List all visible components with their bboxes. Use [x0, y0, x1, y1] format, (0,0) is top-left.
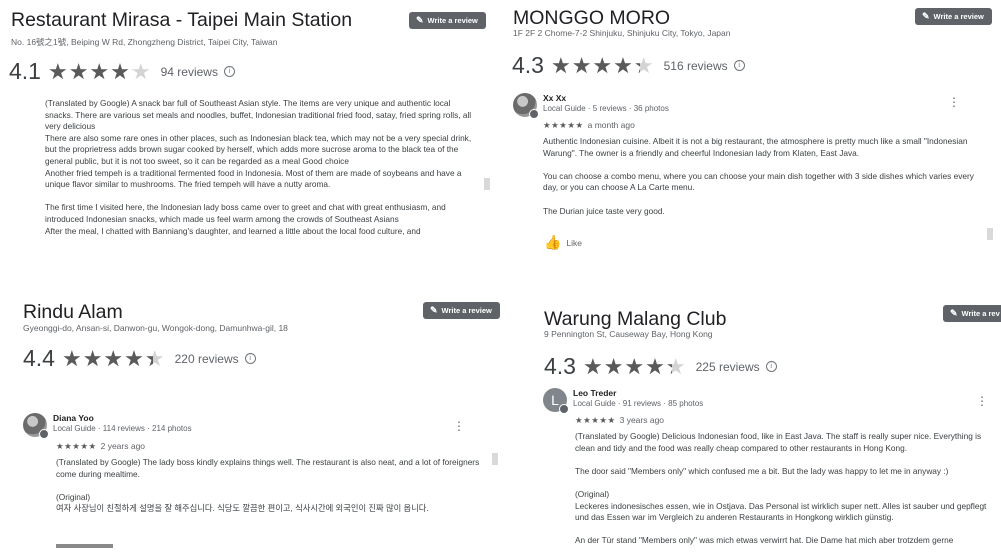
pencil-icon: ✎: [922, 11, 930, 21]
scrollbar-thumb[interactable]: [987, 228, 993, 240]
place-title: Restaurant Mirasa - Taipei Main Station: [11, 9, 353, 31]
review-text: Authentic Indonesian cuisine. Albeit it …: [543, 136, 981, 217]
thumbs-up-icon: 👍: [544, 234, 562, 250]
review-paragraph: The first time I visited here, the Indon…: [45, 202, 446, 224]
review-stars: ★★★★★: [575, 415, 616, 425]
redacted-text-bar: [56, 544, 113, 548]
place-card-warung-malang: Warung Malang Club 9 Pennington St, Caus…: [538, 293, 1001, 558]
review-paragraph: Authentic Indonesian cuisine. Albeit it …: [543, 136, 968, 158]
info-icon[interactable]: i: [244, 353, 256, 364]
local-guide-badge-icon: [529, 109, 539, 119]
info-icon[interactable]: i: [733, 60, 745, 71]
place-title: Warung Malang Club: [544, 308, 727, 330]
review-count[interactable]: 225 reviews: [696, 360, 760, 374]
write-review-button[interactable]: ✎ Write a review: [409, 12, 486, 29]
review-paragraph: The door said "Members only" which confu…: [575, 465, 949, 476]
place-card-monggo-moro: MONGGO MORO 1F 2F 2 Chome-7-2 Shinjuku, …: [509, 0, 1001, 280]
reviewer-avatar[interactable]: [513, 93, 539, 119]
reviewer-header[interactable]: L Leo Treder Local Guide · 91 reviews · …: [543, 388, 704, 414]
place-address: Gyeonggi-do, Ansan-si, Danwon-gu, Wongok…: [23, 323, 288, 333]
pencil-icon: ✎: [430, 305, 438, 315]
review-paragraph: An der Tür stand "Members only" was mich…: [575, 535, 954, 546]
review-paragraph: (Translated by Google) The lady boss kin…: [56, 457, 480, 479]
place-title: Rindu Alam: [23, 301, 123, 323]
reviewer-avatar[interactable]: L: [543, 388, 569, 414]
review-text: (Translated by Google) A snack bar full …: [45, 98, 475, 237]
rating-summary: 4.1 ★★★★★★★★★★ 94 reviews i: [9, 58, 235, 85]
review-text: (Translated by Google) The lady boss kin…: [56, 457, 481, 515]
reviewer-header[interactable]: Diana Yoo Local Guide · 114 reviews · 21…: [23, 413, 192, 439]
reviewer-meta: Local Guide · 5 reviews · 36 photos: [543, 104, 669, 113]
review-paragraph: The Durian juice taste very good.: [543, 205, 665, 216]
place-card-rindu-alam: Rindu Alam Gyeonggi-do, Ansan-si, Danwon…: [0, 293, 501, 558]
reviewer-avatar[interactable]: [23, 413, 49, 439]
review-paragraph: (Original): [56, 491, 91, 502]
place-address: 1F 2F 2 Chome-7-2 Shinjuku, Shinjuku Cit…: [513, 28, 731, 38]
review-stars: ★★★★★: [543, 120, 584, 130]
rating-stars: ★★★★★★★★★★: [582, 353, 687, 379]
local-guide-badge-icon: [559, 404, 569, 414]
more-options-icon[interactable]: ⋮: [976, 395, 988, 407]
reviewer-name[interactable]: Xx Xx: [543, 93, 669, 103]
pencil-icon: ✎: [950, 308, 958, 318]
more-options-icon[interactable]: ⋮: [453, 420, 465, 432]
review-paragraph: There are also some rare ones in other p…: [45, 132, 472, 166]
review-date: a month ago: [587, 120, 635, 130]
review-date: 3 years ago: [619, 415, 665, 425]
review-date: 2 years ago: [100, 441, 146, 451]
rating-summary: 4.3 ★★★★★★★★★★ 225 reviews i: [544, 353, 777, 380]
review-paragraph: (Translated by Google) A snack bar full …: [45, 98, 472, 132]
like-label: Like: [566, 237, 583, 248]
rating-stars: ★★★★★★★★★★: [47, 58, 152, 84]
review-paragraph: You can choose a combo menu, where you c…: [543, 170, 974, 193]
review-text: (Translated by Google) Delicious Indones…: [575, 431, 1001, 547]
write-review-button[interactable]: ✎ Write a review: [915, 8, 992, 25]
review-paragraph: Another fried tempeh is a traditional fe…: [45, 167, 462, 190]
scrollbar-thumb[interactable]: [484, 178, 490, 190]
more-options-icon[interactable]: ⋮: [948, 96, 960, 108]
like-button[interactable]: 👍 Like: [544, 234, 582, 251]
place-title: MONGGO MORO: [513, 7, 671, 29]
review-rating: ★★★★★ 2 years ago: [56, 441, 145, 452]
rating-number: 4.1: [9, 58, 41, 84]
review-paragraph: (Original): [575, 488, 610, 499]
review-rating: ★★★★★ 3 years ago: [575, 415, 664, 426]
info-icon[interactable]: i: [223, 66, 235, 77]
review-count[interactable]: 94 reviews: [161, 65, 218, 79]
review-paragraph: After the meal, I chatted with Banniang'…: [45, 225, 421, 236]
info-icon[interactable]: i: [765, 361, 777, 372]
rating-summary: 4.4 ★★★★★★★★★★ 220 reviews i: [23, 345, 256, 372]
write-review-button[interactable]: ✎ Write a review: [423, 302, 500, 319]
rating-number: 4.3: [512, 52, 544, 78]
reviewer-meta: Local Guide · 114 reviews · 214 photos: [53, 424, 192, 433]
rating-stars: ★★★★★★★★★★: [61, 345, 166, 371]
review-paragraph: Leckeres indonesisches essen, wie in Ost…: [575, 500, 987, 523]
review-paragraph: 여자 사장님이 친절하게 설명을 잘 해주십니다. 식당도 깔끔한 편이고, 식…: [56, 503, 429, 514]
rating-summary: 4.3 ★★★★★★★★★★ 516 reviews i: [512, 52, 745, 79]
review-rating: ★★★★★ a month ago: [543, 120, 635, 131]
place-address: 9 Pennington St, Causeway Bay, Hong Kong: [544, 329, 713, 339]
reviewer-meta: Local Guide · 91 reviews · 85 photos: [573, 399, 704, 408]
place-address: No. 16號之1號, Beiping W Rd, Zhongzheng Dis…: [11, 37, 278, 47]
rating-number: 4.4: [23, 345, 55, 371]
review-stars: ★★★★★: [56, 441, 97, 451]
reviewer-name[interactable]: Diana Yoo: [53, 413, 192, 423]
pencil-icon: ✎: [416, 15, 424, 25]
reviewer-name[interactable]: Leo Treder: [573, 388, 703, 398]
write-review-label: Write a review: [933, 12, 984, 21]
reviewer-header[interactable]: Xx Xx Local Guide · 5 reviews · 36 photo…: [513, 93, 669, 119]
review-paragraph: (Translated by Google) Delicious Indones…: [575, 431, 982, 453]
rating-number: 4.3: [544, 353, 576, 379]
scrollbar-thumb[interactable]: [492, 453, 498, 465]
review-count[interactable]: 220 reviews: [175, 352, 239, 366]
local-guide-badge-icon: [39, 429, 49, 439]
place-card-mirasa: Restaurant Mirasa - Taipei Main Station …: [0, 0, 501, 280]
write-review-label: Write a review: [427, 16, 478, 25]
write-review-label: Write a rev: [961, 309, 1000, 318]
rating-stars: ★★★★★★★★★★: [550, 52, 655, 78]
write-review-button[interactable]: ✎ Write a rev: [943, 305, 1001, 322]
reviewer-initial: L: [551, 392, 559, 408]
write-review-label: Write a review: [441, 306, 492, 315]
review-count[interactable]: 516 reviews: [664, 59, 728, 73]
